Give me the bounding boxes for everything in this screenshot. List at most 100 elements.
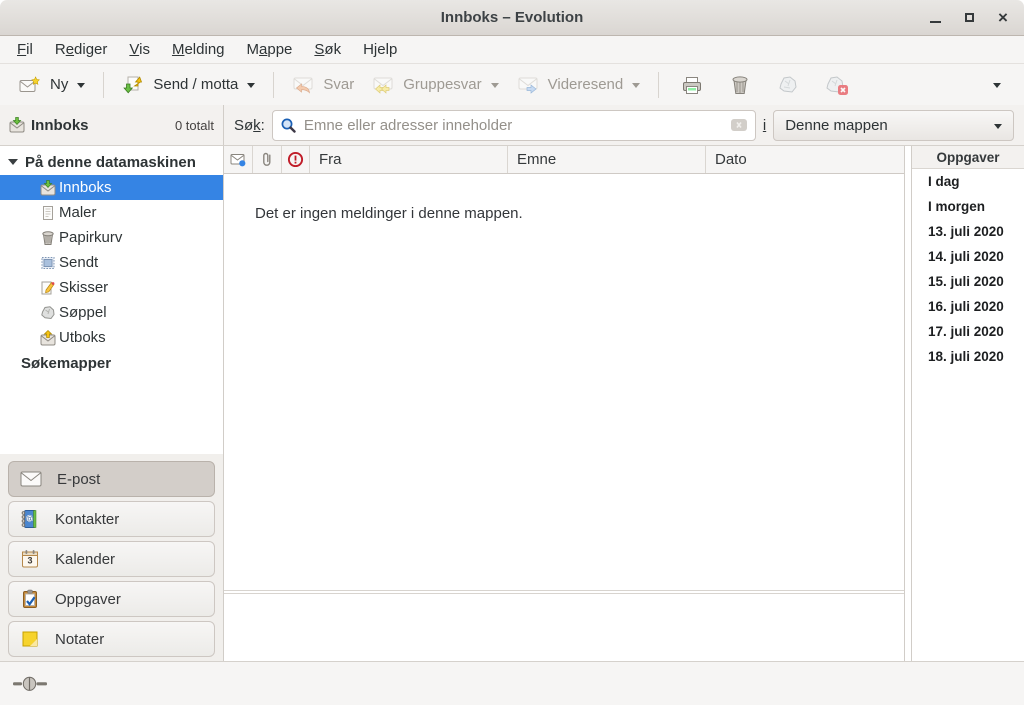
current-folder-header: Innboks 0 totalt [0,105,224,145]
message-list-body[interactable]: Det er ingen meldinger i denne mappen. [224,174,904,591]
templates-icon [40,205,56,221]
group-reply-icon [372,76,394,94]
task-item-date[interactable]: 13. juli 2020 [912,219,1024,244]
inbox-icon [40,180,56,196]
priority-icon [287,151,304,168]
minimize-button[interactable] [924,7,946,29]
menu-search[interactable]: Søk [303,38,352,61]
folder-label: Maler [59,204,97,221]
junk-button[interactable] [770,70,806,100]
column-subject[interactable]: Emne [508,146,706,173]
online-status-icon[interactable] [13,675,49,693]
not-junk-button[interactable] [818,70,856,100]
menu-view[interactable]: Vis [118,38,161,61]
menu-file[interactable]: Fil [6,38,44,61]
menu-edit[interactable]: Rediger [44,38,119,61]
switcher-tasks-button[interactable]: Oppgaver [8,581,215,617]
toolbar-overflow-button[interactable] [986,76,1008,93]
column-date[interactable]: Dato [706,146,904,173]
statusbar [0,661,1024,705]
clear-search-icon[interactable] [730,118,748,132]
switcher-label: E-post [57,471,100,488]
sidebar: På denne datamaskinen Innboks [0,146,224,661]
tree-root-on-this-computer[interactable]: På denne datamaskinen [0,149,223,175]
maximize-button[interactable] [958,7,980,29]
message-list-header: Fra Emne Dato [224,146,904,174]
search-field [272,110,756,141]
tree-root-label: På denne datamaskinen [25,154,196,171]
search-scope-dropdown[interactable]: Denne mappen [773,110,1014,141]
not-junk-icon [825,75,849,95]
send-receive-icon [122,76,144,94]
read-status-icon [230,153,246,167]
menu-help[interactable]: Hjelp [352,38,408,61]
switcher-memos-button[interactable]: Notater [8,621,215,657]
menu-message[interactable]: Melding [161,38,236,61]
folder-templates[interactable]: Maler [0,200,223,225]
folder-label: Sendt [59,254,98,271]
close-icon: × [998,9,1008,26]
svg-text:@: @ [26,514,34,523]
chevron-down-icon [247,83,255,88]
svg-text:3: 3 [27,556,32,566]
menu-folder[interactable]: Mappe [236,38,304,61]
task-item-date[interactable]: 17. juli 2020 [912,319,1024,344]
switcher-label: Kalender [55,551,115,568]
switcher-contacts-button[interactable]: @ Kontakter [8,501,215,537]
paperclip-icon [260,151,274,168]
switcher-mail-button[interactable]: E-post [8,461,215,497]
folder-sent[interactable]: Sendt [0,250,223,275]
search-icon[interactable] [280,117,297,134]
task-item-tomorrow[interactable]: I morgen [912,194,1024,219]
search-area: Søk: i Denne mappen [224,105,1024,145]
reply-label: Svar [323,76,354,93]
folder-outbox[interactable]: Utboks [0,325,223,350]
send-receive-button[interactable]: Send / motta [113,71,264,99]
junk-icon [40,305,56,321]
switcher-label: Oppgaver [55,591,121,608]
titlebar[interactable]: Innboks – Evolution × [0,0,1024,36]
search-scope-value: Denne mappen [785,117,888,134]
outbox-icon [40,330,56,346]
folder-junk[interactable]: Søppel [0,300,223,325]
close-button[interactable]: × [992,7,1014,29]
new-message-button[interactable]: Ny [10,71,94,99]
delete-button[interactable] [722,70,758,100]
switcher-calendar-button[interactable]: 3 Kalender [8,541,215,577]
task-item-date[interactable]: 15. juli 2020 [912,269,1024,294]
tasks-pane: Oppgaver I dag I morgen 13. juli 2020 14… [911,146,1024,661]
folder-trash[interactable]: Papirkurv [0,225,223,250]
search-scope-in-label: i [763,117,766,134]
task-item-date[interactable]: 14. juli 2020 [912,244,1024,269]
reply-button[interactable]: Svar [283,71,363,99]
group-reply-label: Gruppesvar [403,76,481,93]
task-item-date[interactable]: 18. juli 2020 [912,344,1024,369]
view-switcher: E-post @ [0,454,223,661]
switcher-label: Notater [55,631,104,648]
task-item-date[interactable]: 16. juli 2020 [912,294,1024,319]
forward-button[interactable]: Videresend [508,71,650,99]
column-priority[interactable] [282,146,310,173]
evolution-window: Innboks – Evolution × Fil Rediger Vis Me… [0,0,1024,705]
tree-root-search-folders[interactable]: Søkemapper [0,350,223,376]
new-message-label: Ny [50,76,68,93]
column-attachment[interactable] [253,146,282,173]
forward-icon [517,76,539,94]
task-item-today[interactable]: I dag [912,169,1024,194]
folder-inbox[interactable]: Innboks [0,175,223,200]
search-row: Innboks 0 totalt Søk: [0,105,1024,146]
folder-label: Utboks [59,329,106,346]
window-controls: × [924,0,1014,35]
folder-drafts[interactable]: Skisser [0,275,223,300]
folder-label: Skisser [59,279,108,296]
expander-icon[interactable] [8,159,18,165]
group-reply-button[interactable]: Gruppesvar [363,71,507,99]
chevron-down-icon [77,83,85,88]
trash-icon [729,75,751,95]
column-from[interactable]: Fra [310,146,508,173]
column-read-status[interactable] [224,146,253,173]
folder-tree: På denne datamaskinen Innboks [0,146,223,454]
search-input[interactable] [304,117,723,134]
search-label: Søk: [234,117,265,134]
print-button[interactable] [674,70,710,100]
